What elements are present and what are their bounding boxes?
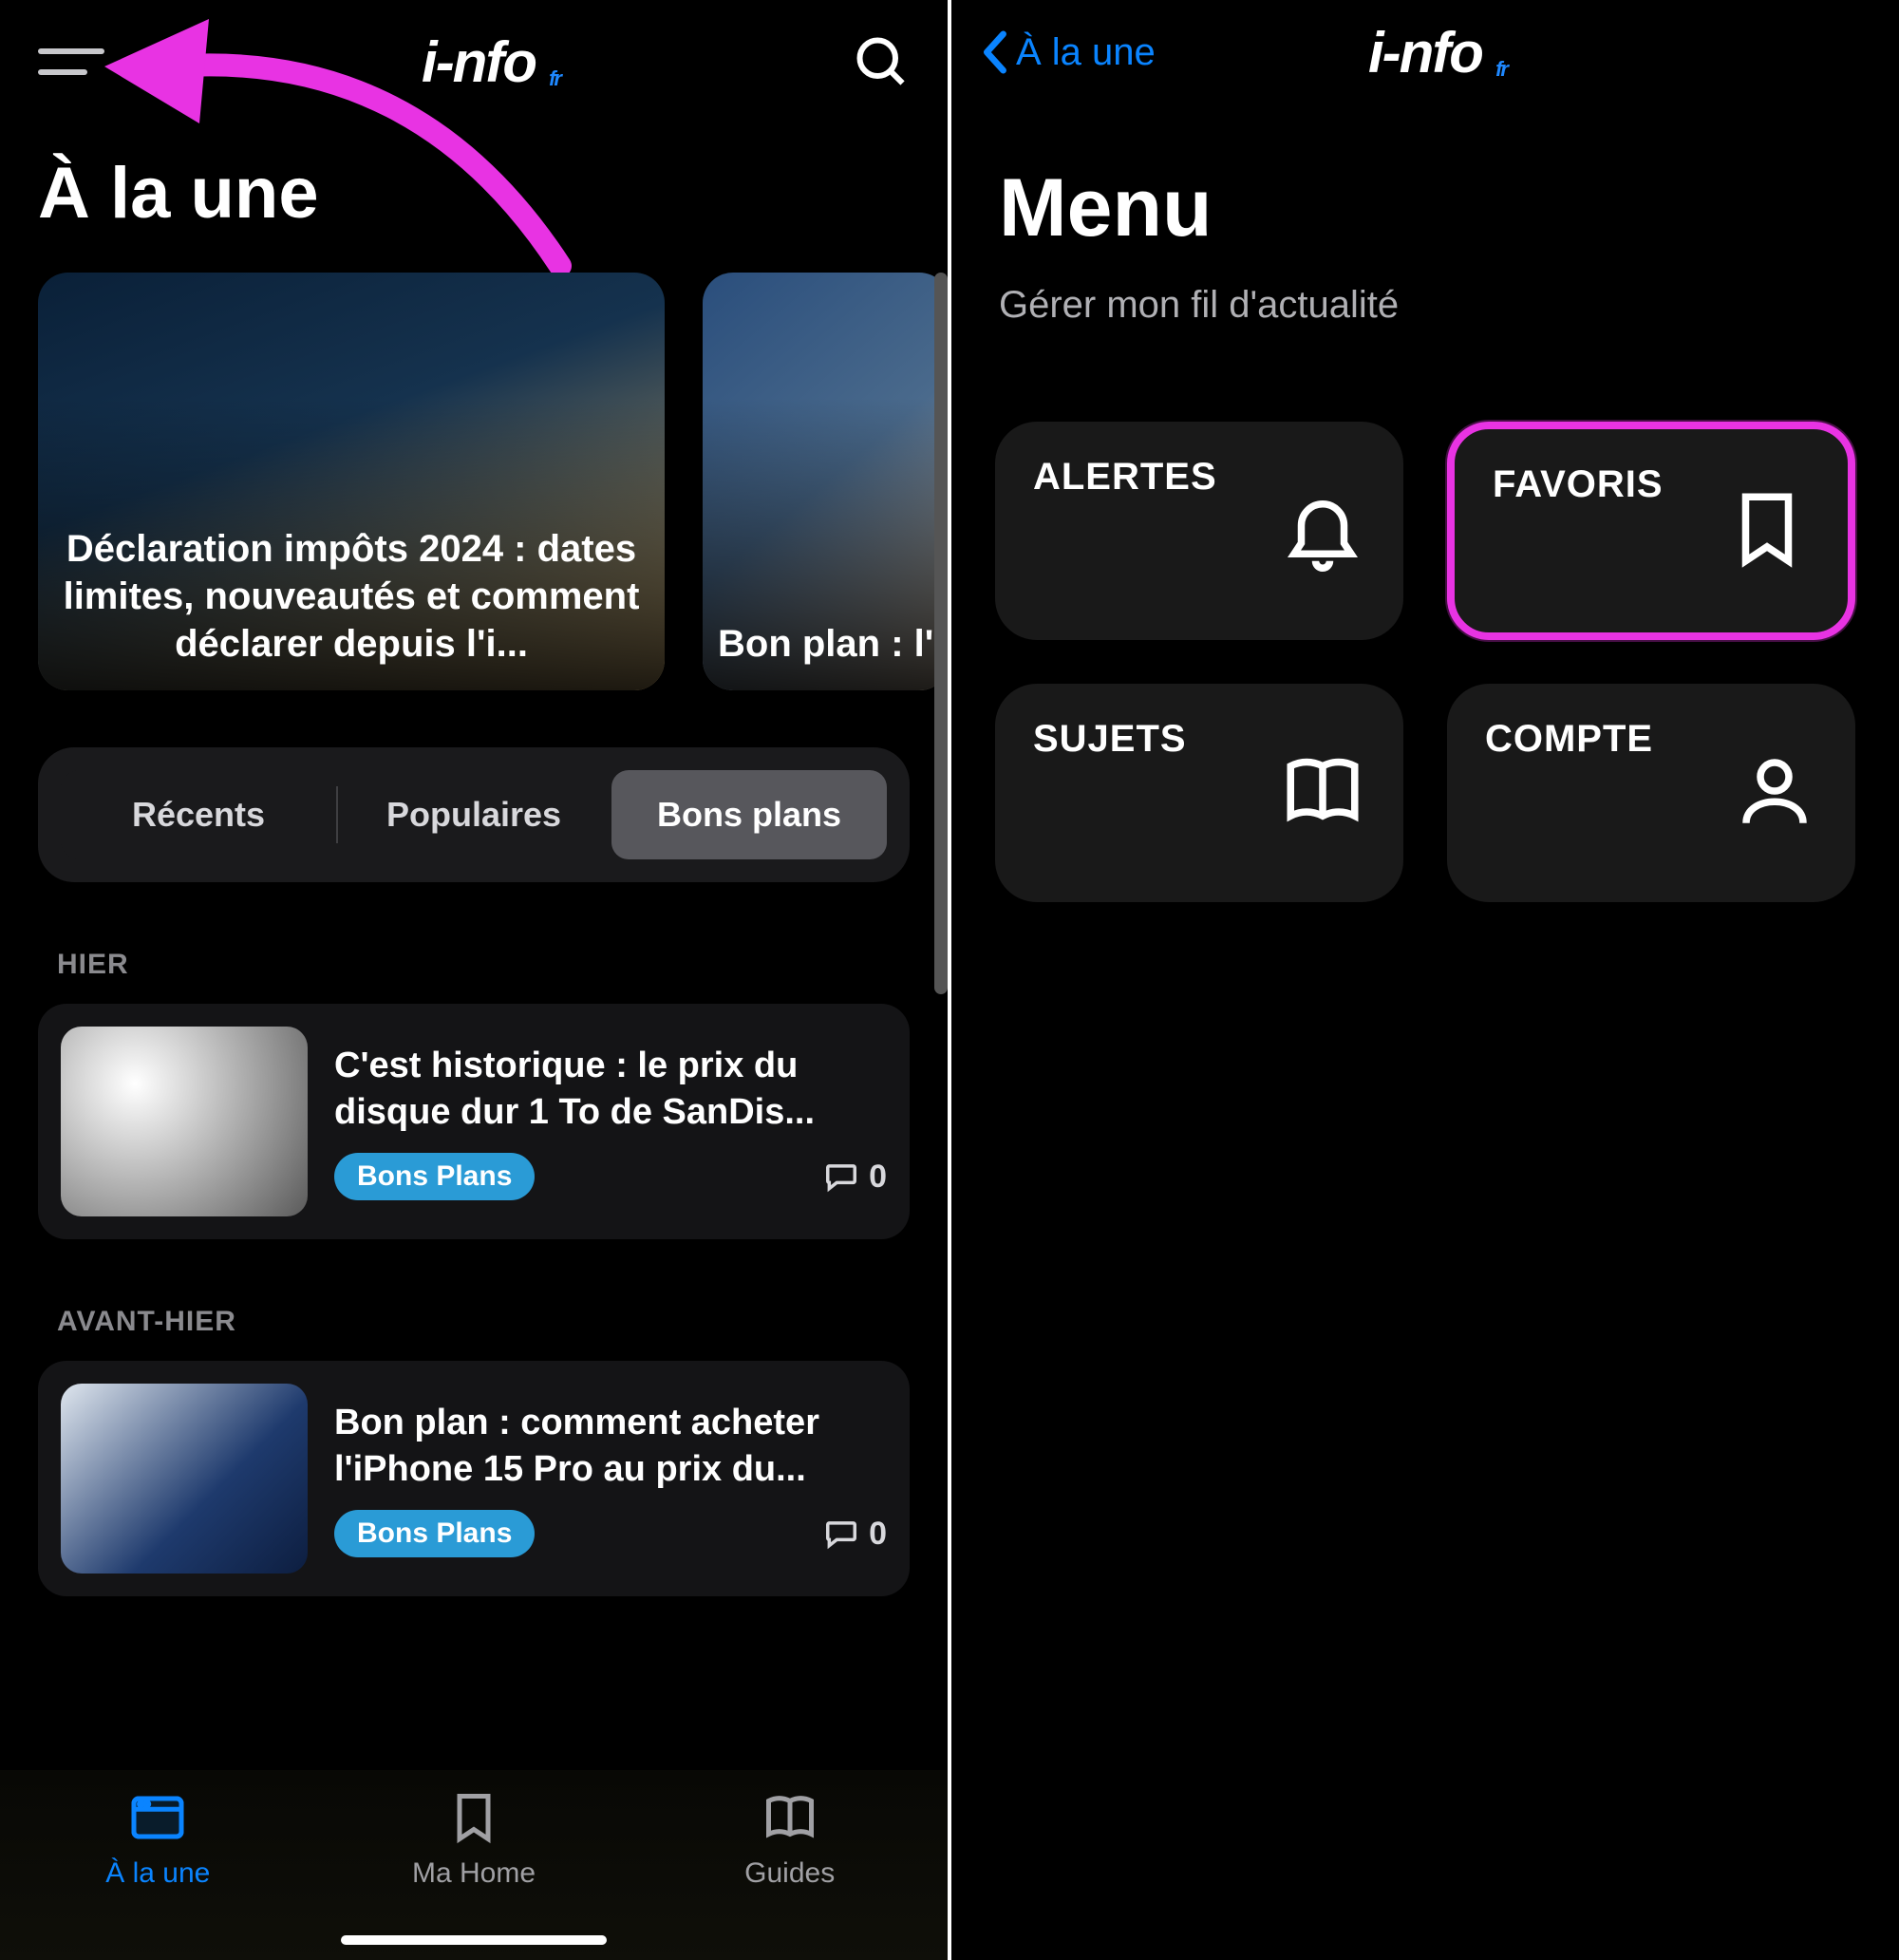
category-pill[interactable]: Bons Plans [334,1510,535,1557]
page-title: À la une [0,123,948,273]
filter-segment: Récents Populaires Bons plans [38,747,910,882]
article-thumbnail [61,1027,308,1216]
category-pill[interactable]: Bons Plans [334,1153,535,1200]
home-indicator[interactable] [341,1935,607,1945]
comments-count[interactable]: 0 [823,1159,887,1196]
featured-title: Déclaration impôts 2024 : dates limites,… [61,525,642,668]
featured-card[interactable]: Bon plan : l'iPhone 15 [703,273,948,690]
scroll-indicator [934,273,948,994]
tile-favoris[interactable]: FAVORIS [1447,422,1855,640]
right-screen: À la une i-nfofr Menu Gérer mon fil d'ac… [951,0,1899,1960]
comment-icon [823,1159,859,1195]
header: i-nfofr [0,0,948,123]
menu-button[interactable] [38,28,104,95]
book-icon [1280,748,1365,839]
article-row[interactable]: C'est historique : le prix du disque dur… [38,1004,910,1239]
menu-grid: ALERTES FAVORIS SUJETS [951,384,1899,940]
tab-a-la-une[interactable]: À la une [0,1789,316,1960]
article-title: Bon plan : comment acheter l'iPhone 15 P… [334,1400,887,1494]
window-icon [129,1789,186,1846]
article-row[interactable]: Bon plan : comment acheter l'iPhone 15 P… [38,1361,910,1596]
tile-sujets[interactable]: SUJETS [995,684,1403,902]
bookmark-icon [445,1789,502,1846]
search-icon [853,33,910,90]
featured-title: Bon plan : l'iPhone 15 [718,620,948,668]
comment-icon [823,1516,859,1552]
tab-guides[interactable]: Guides [631,1789,948,1960]
segment-bons-plans[interactable]: Bons plans [611,770,887,859]
back-button[interactable]: À la une [978,30,1156,74]
bell-icon [1280,486,1365,576]
app-logo: i-nfofr [1368,20,1482,85]
search-button[interactable] [853,33,910,90]
person-icon [1732,748,1817,839]
chevron-left-icon [978,30,1010,74]
left-screen: i-nfofr À la une Déclaration impôts 2024… [0,0,948,1960]
tab-ma-home[interactable]: Ma Home [316,1789,632,1960]
header: À la une i-nfofr [951,0,1899,104]
tile-alertes[interactable]: ALERTES [995,422,1403,640]
app-logo: i-nfofr [422,29,536,95]
menu-subtitle: Gérer mon fil d'actualité [951,265,1899,384]
featured-card[interactable]: Déclaration impôts 2024 : dates limites,… [38,273,665,690]
section-label: HIER [0,920,948,1004]
book-icon [761,1789,818,1846]
article-title: C'est historique : le prix du disque dur… [334,1043,887,1137]
comments-count[interactable]: 0 [823,1516,887,1553]
bottom-tab-bar: À la une Ma Home Guides [0,1770,948,1960]
tile-compte[interactable]: COMPTE [1447,684,1855,902]
section-label: AVANT-HIER [0,1277,948,1361]
menu-title: Menu [951,104,1899,265]
segment-populaires[interactable]: Populaires [336,770,611,859]
bookmark-icon [1724,486,1810,576]
featured-carousel[interactable]: Déclaration impôts 2024 : dates limites,… [0,273,948,690]
article-thumbnail [61,1384,308,1574]
segment-recents[interactable]: Récents [61,770,336,859]
